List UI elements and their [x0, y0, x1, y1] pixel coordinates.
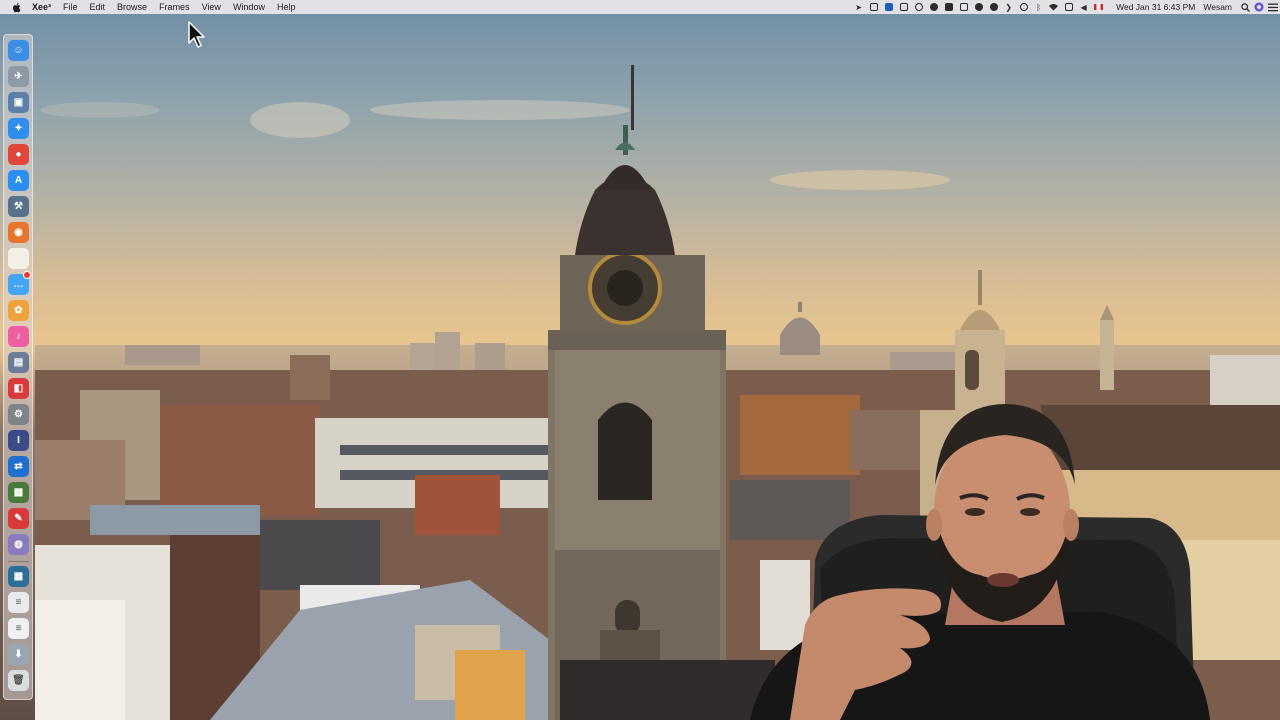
status-tray: ➤ ❯ ᛒ ◀ Wed Jan 31 6:43 PM Wesam [851, 0, 1280, 14]
dock-item-photo-booth[interactable]: ◧ [8, 378, 29, 399]
dock-item-xcode[interactable]: ⚒ [8, 196, 29, 217]
onepassword-icon[interactable] [912, 0, 926, 14]
dock-item-notes[interactable] [8, 248, 29, 269]
menu-file[interactable]: File [57, 0, 84, 14]
dock-item-instruments[interactable]: I [8, 430, 29, 451]
launchpad-icon: ✈ [14, 71, 23, 82]
photos-icon: ✿ [14, 305, 23, 316]
folder-icon[interactable] [942, 0, 956, 14]
dock-item-chrome[interactable]: ● [8, 144, 29, 165]
pdf-expert-icon: ✎ [14, 513, 23, 524]
color-picker-icon: ◍ [14, 539, 23, 550]
dock-item-pdf-expert[interactable]: ✎ [8, 508, 29, 529]
dock-item-system-preferences[interactable]: ⚙ [8, 404, 29, 425]
dock-item-app-store[interactable]: A [8, 170, 29, 191]
document-1-icon: ▦ [13, 571, 24, 582]
menu-user-name[interactable]: Wesam [1203, 2, 1238, 12]
airplay-icon[interactable] [1062, 0, 1076, 14]
dock-item-document-2[interactable]: ≡ [8, 592, 29, 613]
chevron-icon[interactable]: ❯ [1002, 0, 1016, 14]
dock-item-itunes[interactable]: ♪ [8, 326, 29, 347]
volume-icon[interactable]: ◀ [1077, 0, 1091, 14]
cleanmaster-icon[interactable] [972, 0, 986, 14]
siri-icon[interactable] [1252, 0, 1266, 14]
flag-canada-icon[interactable] [1092, 0, 1106, 14]
dock-item-downloads-folder[interactable]: ⬇ [8, 644, 29, 665]
downloads-folder-icon: ⬇ [14, 649, 23, 660]
cloud-icon[interactable] [927, 0, 941, 14]
mouse-cursor-icon [188, 21, 205, 48]
menu-window[interactable]: Window [227, 0, 271, 14]
dock-item-firefox[interactable]: ◉ [8, 222, 29, 243]
itunes-icon: ♪ [16, 331, 21, 342]
trash-icon: 🗑 [12, 675, 25, 686]
menu-view[interactable]: View [196, 0, 227, 14]
photo-booth-icon: ◧ [13, 383, 24, 394]
chrome-icon: ● [15, 149, 22, 160]
time-machine-icon[interactable] [1017, 0, 1031, 14]
menu-browse[interactable]: Browse [111, 0, 153, 14]
dock-item-trash[interactable]: 🗑 [8, 670, 29, 691]
teamviewer-icon: ⇄ [14, 461, 23, 472]
dock-item-color-picker[interactable]: ◍ [8, 534, 29, 555]
menu-edit[interactable]: Edit [84, 0, 112, 14]
dock: ☺ ✈ ▣ ✦ ● A ⚒ ◉ … ✿ ♪ ▤ ◧ ⚙ I ⇄ ▩ ✎ ◍ ▦ ≡ ≡ ⬇ 🗑 [3, 34, 33, 700]
image-editor-icon: ▩ [13, 487, 24, 498]
webcam-overlay [750, 404, 1210, 720]
dock-item-image-editor[interactable]: ▩ [8, 482, 29, 503]
notes-icon [8, 248, 29, 269]
instruments-icon: I [17, 435, 20, 446]
vpn-icon[interactable] [897, 0, 911, 14]
menu-app-name[interactable]: Xee³ [32, 0, 57, 14]
system-preferences-icon: ⚙ [14, 409, 23, 420]
alfred-icon[interactable] [987, 0, 1001, 14]
bluetooth-icon[interactable]: ᛒ [1032, 0, 1046, 14]
dock-item-safari[interactable]: ✦ [8, 118, 29, 139]
menu-clock[interactable]: Wed Jan 31 6:43 PM [1106, 2, 1203, 12]
dock-item-document-1[interactable]: ▦ [8, 566, 29, 587]
safari-icon: ✦ [14, 123, 23, 134]
dock-item-image-capture[interactable]: ▤ [8, 352, 29, 373]
dock-item-messages[interactable]: … [8, 271, 31, 295]
wifi-icon[interactable] [1047, 0, 1061, 14]
dock-item-launchpad[interactable]: ✈ [8, 66, 29, 87]
app-store-icon: A [14, 175, 23, 186]
menu-frames[interactable]: Frames [153, 0, 196, 14]
dock-item-finder[interactable]: ☺ [8, 40, 29, 61]
screen-record-icon[interactable] [867, 0, 881, 14]
dock-item-document-3[interactable]: ≡ [8, 618, 29, 639]
dock-item-teamviewer[interactable]: ⇄ [8, 456, 29, 477]
spotlight-search-icon[interactable] [1238, 0, 1252, 14]
finder-icon: ☺ [13, 45, 24, 56]
dropbox-icon[interactable] [882, 0, 896, 14]
menu-help[interactable]: Help [271, 0, 302, 14]
xcode-icon: ⚒ [14, 201, 23, 212]
location-icon[interactable]: ➤ [852, 0, 866, 14]
document-3-icon: ≡ [15, 623, 22, 634]
preview-icon: ▣ [13, 97, 24, 108]
notification-center-icon[interactable] [1266, 0, 1280, 14]
dock-item-photos[interactable]: ✿ [8, 300, 29, 321]
image-capture-icon: ▤ [13, 357, 24, 368]
document-2-icon: ≡ [15, 597, 22, 608]
menu-bar: Xee³ File Edit Browse Frames View Window… [0, 0, 1280, 14]
firefox-icon: ◉ [14, 227, 23, 238]
dock-separator [8, 561, 29, 562]
notification-badge [23, 271, 31, 279]
bartender-icon[interactable] [957, 0, 971, 14]
dock-item-preview[interactable]: ▣ [8, 92, 29, 113]
apple-logo-icon[interactable] [12, 2, 22, 13]
